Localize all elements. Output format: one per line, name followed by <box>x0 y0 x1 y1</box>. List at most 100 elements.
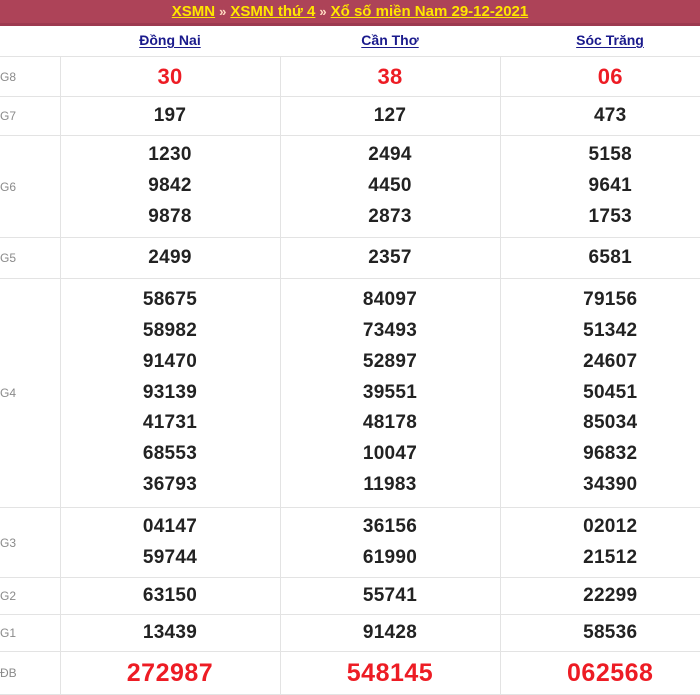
prize-number: 9842 <box>61 171 280 202</box>
prize-number: 84097 <box>281 285 500 316</box>
prize-number: 85034 <box>501 408 700 439</box>
province-link-soc-trang[interactable]: Sóc Trăng <box>576 32 644 48</box>
prize-number: 61990 <box>281 543 500 574</box>
prize-number: 22299 <box>501 581 700 612</box>
prize-number: 2494 <box>281 140 500 171</box>
prize-cell-g7-dong-nai: 197 <box>60 97 280 136</box>
table-row-g8: G8 30 38 06 <box>0 57 700 97</box>
breadcrumb-item-xsmn-thu-4[interactable]: XSMN thứ 4 <box>230 4 315 19</box>
breadcrumb-item-xsmn[interactable]: XSMN <box>172 4 215 19</box>
breadcrumb-item-current-page[interactable]: Xổ số miền Nam 29-12-2021 <box>331 4 529 19</box>
prize-label-g8: G8 <box>0 57 60 97</box>
prize-number: 34390 <box>501 470 700 501</box>
prize-number: 9641 <box>501 171 700 202</box>
prize-cell-g8-dong-nai: 30 <box>60 57 280 97</box>
province-header-dong-nai: Đồng Nai <box>60 26 280 57</box>
prize-cell-g6-dong-nai: 123098429878 <box>60 136 280 238</box>
prize-label-g3: G3 <box>0 508 60 578</box>
prize-cell-g2-dong-nai: 63150 <box>60 578 280 615</box>
table-row-g4: G4 58675589829147093139417316855336793 8… <box>0 279 700 508</box>
province-header-row: Đồng Nai Cần Thơ Sóc Trăng <box>0 26 700 57</box>
prize-cell-db-dong-nai: 272987 <box>60 652 280 695</box>
prize-cell-g7-can-tho: 127 <box>280 97 500 136</box>
prize-cell-g6-soc-trang: 515896411753 <box>500 136 700 238</box>
prize-number: 473 <box>501 101 700 132</box>
prize-label-g4: G4 <box>0 279 60 508</box>
prize-cell-g1-can-tho: 91428 <box>280 615 500 652</box>
prize-label-g2: G2 <box>0 578 60 615</box>
prize-cell-g4-dong-nai: 58675589829147093139417316855336793 <box>60 279 280 508</box>
prize-label-g1: G1 <box>0 615 60 652</box>
table-header: Đồng Nai Cần Thơ Sóc Trăng <box>0 26 700 57</box>
prize-number: 1230 <box>61 140 280 171</box>
prize-number: 04147 <box>61 512 280 543</box>
table-body: G8 30 38 06 G7 197 127 473 G6 1230984298… <box>0 57 700 695</box>
table-row-g5: G5 2499 2357 6581 <box>0 238 700 279</box>
prize-number: 36793 <box>61 470 280 501</box>
prize-cell-g3-can-tho: 3615661990 <box>280 508 500 578</box>
prize-number: 91428 <box>281 618 500 649</box>
prize-cell-g1-soc-trang: 58536 <box>500 615 700 652</box>
table-row-g6: G6 123098429878 249444502873 51589641175… <box>0 136 700 238</box>
table-row-g3: G3 0414759744 3615661990 0201221512 <box>0 508 700 578</box>
prize-number: 79156 <box>501 285 700 316</box>
prize-number: 127 <box>281 101 500 132</box>
prize-number: 11983 <box>281 470 500 501</box>
prize-number: 197 <box>61 101 280 132</box>
prize-number: 68553 <box>61 439 280 470</box>
prize-number: 39551 <box>281 378 500 409</box>
breadcrumb: XSMN » XSMN thứ 4 » Xổ số miền Nam 29-12… <box>172 4 528 19</box>
prize-number: 548145 <box>281 653 500 694</box>
table-row-g7: G7 197 127 473 <box>0 97 700 136</box>
province-link-dong-nai[interactable]: Đồng Nai <box>139 32 200 48</box>
prize-number: 58982 <box>61 316 280 347</box>
province-header-can-tho: Cần Thơ <box>280 26 500 57</box>
prize-number: 4450 <box>281 171 500 202</box>
prize-number: 58675 <box>61 285 280 316</box>
prize-number: 96832 <box>501 439 700 470</box>
prize-number: 272987 <box>61 653 280 694</box>
prize-label-g6: G6 <box>0 136 60 238</box>
table-row-db: ĐB 272987 548145 062568 <box>0 652 700 695</box>
prize-number: 91470 <box>61 347 280 378</box>
province-header-soc-trang: Sóc Trăng <box>500 26 700 57</box>
province-link-can-tho[interactable]: Cần Thơ <box>361 32 418 48</box>
prize-number: 63150 <box>61 581 280 612</box>
prize-number: 41731 <box>61 408 280 439</box>
prize-number: 10047 <box>281 439 500 470</box>
prize-cell-g8-soc-trang: 06 <box>500 57 700 97</box>
prize-number: 50451 <box>501 378 700 409</box>
table-row-g2: G2 63150 55741 22299 <box>0 578 700 615</box>
prize-cell-g2-can-tho: 55741 <box>280 578 500 615</box>
prize-cell-db-soc-trang: 062568 <box>500 652 700 695</box>
prize-number: 2499 <box>61 243 280 274</box>
prize-cell-g5-can-tho: 2357 <box>280 238 500 279</box>
prize-number: 59744 <box>61 543 280 574</box>
prize-label-db: ĐB <box>0 652 60 695</box>
prize-number: 1753 <box>501 202 700 233</box>
prize-number: 02012 <box>501 512 700 543</box>
prize-number: 13439 <box>61 618 280 649</box>
prize-label-g7: G7 <box>0 97 60 136</box>
breadcrumb-bar: XSMN » XSMN thứ 4 » Xổ số miền Nam 29-12… <box>0 0 700 26</box>
prize-number: 48178 <box>281 408 500 439</box>
prize-number: 24607 <box>501 347 700 378</box>
prize-number: 38 <box>281 59 500 95</box>
prize-cell-g5-soc-trang: 6581 <box>500 238 700 279</box>
table-corner-cell <box>0 26 60 57</box>
prize-number: 73493 <box>281 316 500 347</box>
prize-number: 93139 <box>61 378 280 409</box>
prize-cell-db-can-tho: 548145 <box>280 652 500 695</box>
prize-cell-g5-dong-nai: 2499 <box>60 238 280 279</box>
prize-number: 58536 <box>501 618 700 649</box>
prize-cell-g4-can-tho: 84097734935289739551481781004711983 <box>280 279 500 508</box>
prize-number: 062568 <box>501 653 700 694</box>
prize-number: 06 <box>501 59 700 95</box>
prize-cell-g2-soc-trang: 22299 <box>500 578 700 615</box>
prize-number: 2357 <box>281 243 500 274</box>
prize-number: 2873 <box>281 202 500 233</box>
prize-number: 30 <box>61 59 280 95</box>
prize-cell-g7-soc-trang: 473 <box>500 97 700 136</box>
prize-number: 9878 <box>61 202 280 233</box>
prize-cell-g3-soc-trang: 0201221512 <box>500 508 700 578</box>
